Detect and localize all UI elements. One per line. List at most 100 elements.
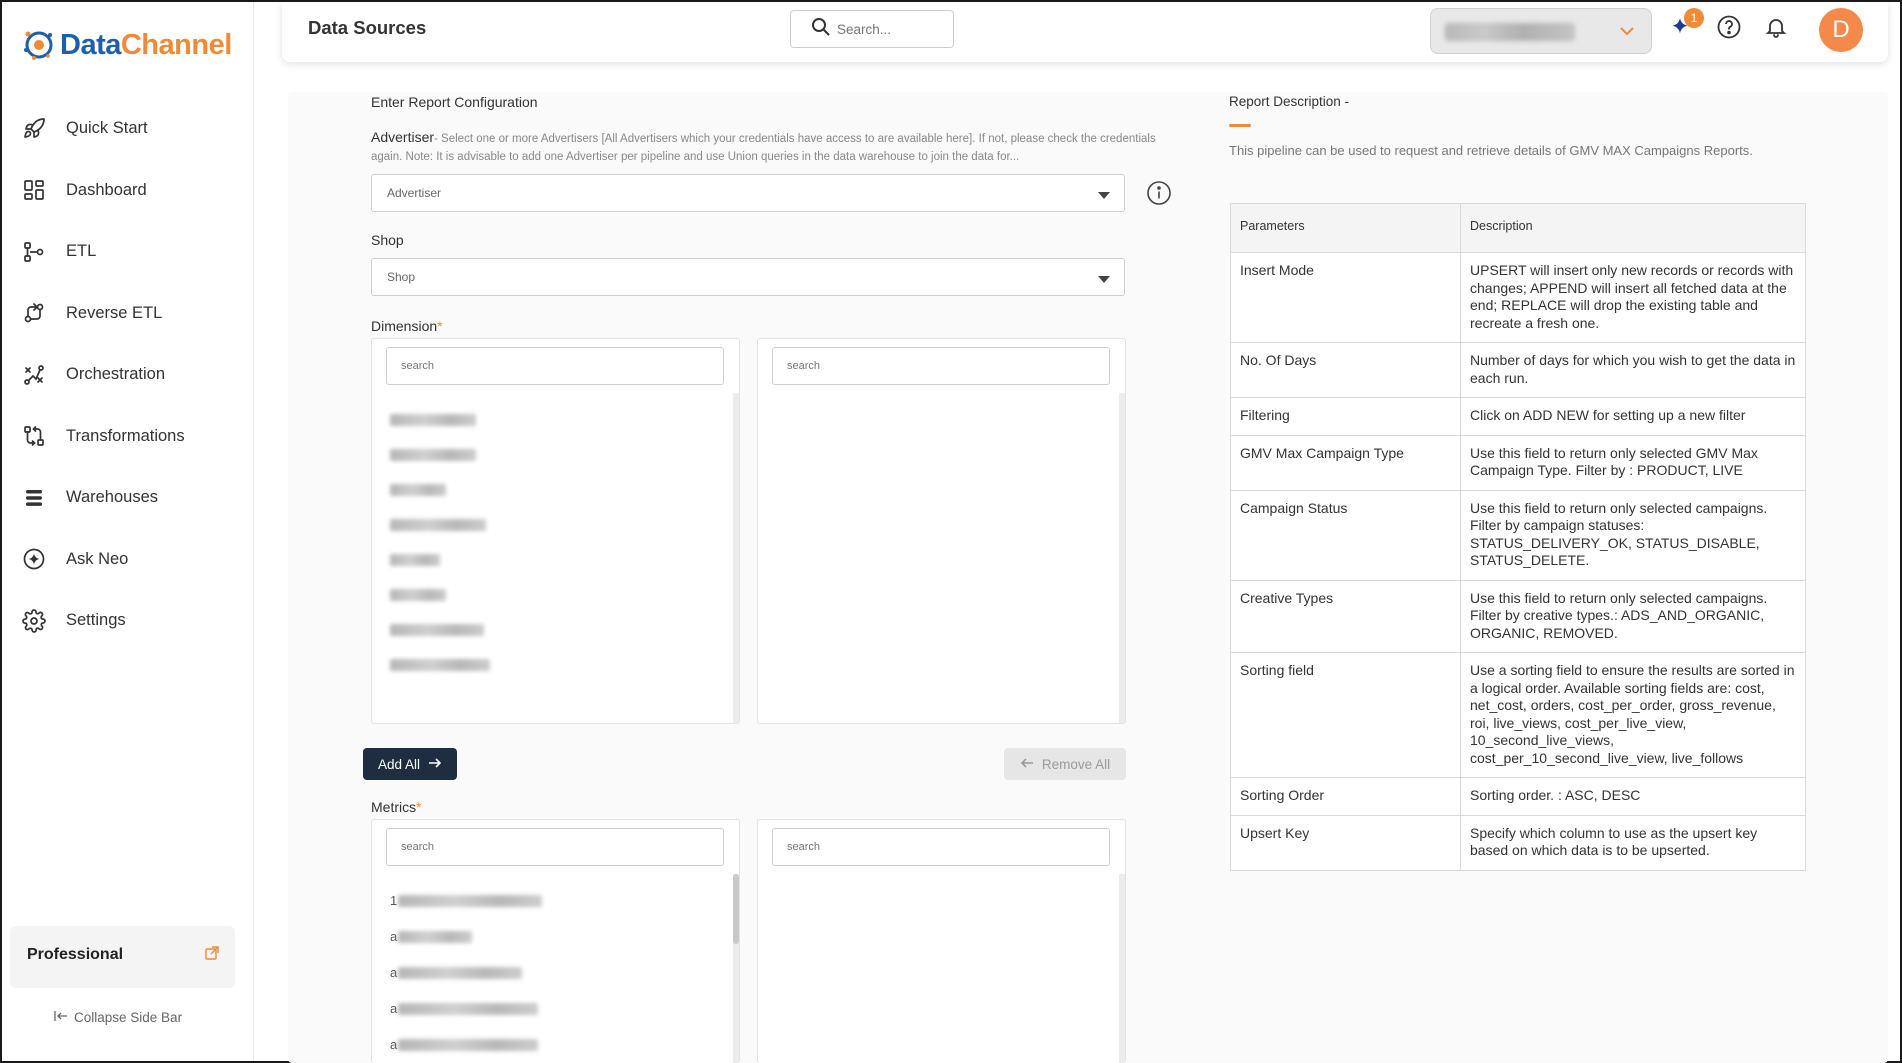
list-item[interactable] — [390, 659, 490, 671]
list-item[interactable] — [390, 449, 476, 461]
table-header-row: Parameters Description — [1230, 203, 1806, 253]
sidebar-item-transformations[interactable]: Transformations — [2, 406, 254, 468]
shop-select[interactable]: Shop — [371, 258, 1125, 296]
brand-logo[interactable]: DataChannel — [20, 26, 232, 64]
sidebar-item-label: Orchestration — [66, 365, 166, 384]
list-item[interactable] — [390, 554, 440, 566]
notifications-button[interactable] — [1761, 14, 1791, 44]
add-all-button[interactable]: Add All — [363, 748, 457, 780]
list-item[interactable] — [390, 519, 486, 531]
list-item-prefix: 1 — [390, 893, 398, 908]
param-description: Use this field to return only selected G… — [1460, 434, 1806, 491]
sidebar-item-label: Transformations — [66, 426, 185, 445]
list-item[interactable] — [390, 414, 476, 426]
warehouses-icon — [20, 484, 48, 512]
list-item[interactable]: a — [390, 1037, 539, 1052]
column-header-description: Description — [1460, 203, 1806, 253]
search-input[interactable] — [837, 21, 937, 37]
sidebar-item-orchestration[interactable]: Orchestration — [2, 344, 254, 406]
metrics-available-list[interactable]: 1 a a a a — [371, 819, 740, 1063]
param-name: Insert Mode — [1230, 252, 1461, 343]
sidebar-item-quick-start[interactable]: Quick Start — [2, 98, 254, 160]
list-item-prefix: a — [390, 965, 398, 980]
dimension-available-list[interactable] — [371, 338, 740, 724]
external-link-icon[interactable] — [205, 946, 219, 965]
metrics-selected-list[interactable] — [757, 819, 1126, 1063]
collapse-icon — [54, 1010, 68, 1025]
title-underline — [1229, 124, 1251, 127]
plan-card[interactable]: Professional — [10, 926, 235, 988]
sidebar-item-settings[interactable]: Settings — [2, 590, 254, 652]
metrics-available-search-input[interactable] — [387, 829, 723, 865]
advertiser-select-value: Advertiser — [387, 186, 442, 200]
list-item-redacted — [398, 1038, 539, 1051]
advertiser-select[interactable]: Advertiser — [371, 174, 1125, 212]
add-all-label: Add All — [377, 756, 421, 772]
list-item[interactable]: a — [390, 1001, 539, 1016]
shop-select-value: Shop — [387, 270, 416, 284]
sidebar-item-warehouses[interactable]: Warehouses — [2, 467, 254, 529]
metrics-selected-search-input[interactable] — [773, 829, 1109, 865]
list-item-redacted — [398, 930, 473, 943]
table-row: Sorting field Use a sorting field to ensu… — [1230, 652, 1806, 778]
brand-name-part2: Channel — [120, 28, 232, 61]
sidebar-item-dashboard[interactable]: Dashboard — [2, 160, 254, 222]
table-row: Sorting Order Sorting order. : ASC, DESC — [1230, 777, 1806, 816]
global-search[interactable] — [790, 10, 954, 48]
param-name: Creative Types — [1230, 579, 1461, 653]
list-item[interactable] — [390, 484, 446, 496]
sidebar-item-etl[interactable]: ETL — [2, 221, 254, 283]
help-button[interactable] — [1714, 14, 1744, 44]
param-description: Use this field to return only selected c… — [1460, 579, 1806, 653]
sidebar-item-label: Reverse ETL — [66, 303, 163, 322]
dimension-available-search[interactable] — [386, 347, 724, 385]
table-row: No. Of Days Number of days for which you … — [1230, 342, 1806, 398]
list-item-redacted — [398, 966, 523, 979]
param-description: Use this field to return only selected c… — [1460, 489, 1806, 581]
scrollbar[interactable] — [1119, 393, 1125, 723]
required-mark: * — [416, 799, 422, 815]
user-avatar[interactable]: D — [1819, 8, 1863, 52]
shop-label: Shop — [371, 232, 404, 248]
list-item[interactable]: a — [390, 965, 523, 980]
param-description: Specify which column to use as the upser… — [1460, 814, 1806, 871]
dimension-available-search-input[interactable] — [387, 348, 723, 384]
logo-mark-icon — [20, 26, 58, 64]
dimension-label: Dimension* — [371, 318, 443, 334]
scrollbar[interactable] — [733, 393, 739, 723]
advertiser-label: Advertiser — [371, 129, 435, 145]
metrics-available-search[interactable] — [386, 828, 724, 866]
metrics-label-text: Metrics — [371, 799, 417, 815]
collapse-sidebar-button[interactable]: Collapse Side Bar — [54, 1010, 182, 1025]
param-name: Sorting field — [1230, 652, 1461, 778]
parameters-table: Parameters Description Insert Mode UPSERT… — [1230, 203, 1806, 871]
plan-name: Professional — [27, 946, 124, 963]
list-item[interactable]: a — [390, 929, 473, 944]
dimension-selected-search[interactable] — [772, 347, 1110, 385]
page-title: Data Sources — [308, 17, 427, 38]
metrics-selected-search[interactable] — [772, 828, 1110, 866]
remove-all-button[interactable]: Remove All — [1004, 748, 1126, 780]
list-item[interactable]: 1 — [390, 893, 543, 908]
list-item[interactable] — [390, 624, 484, 636]
sidebar-item-reverse-etl[interactable]: Reverse ETL — [2, 283, 254, 345]
sidebar-item-ask-neo[interactable]: Ask Neo — [2, 529, 254, 591]
param-description: Sorting order. : ASC, DESC — [1460, 777, 1806, 816]
help-icon — [1716, 14, 1742, 45]
scrollbar-thumb[interactable] — [733, 874, 739, 944]
rocket-icon — [20, 115, 48, 143]
list-item[interactable] — [390, 589, 446, 601]
workspace-select[interactable] — [1430, 8, 1652, 54]
scrollbar[interactable] — [1119, 874, 1125, 1063]
dimension-selected-list[interactable] — [757, 338, 1126, 724]
reverse-etl-icon — [20, 299, 48, 327]
info-icon[interactable] — [1146, 180, 1172, 211]
transformations-icon — [20, 422, 48, 450]
bell-icon — [1764, 15, 1788, 44]
dimension-selected-search-input[interactable] — [773, 348, 1109, 384]
param-name: Upsert Key — [1230, 814, 1461, 871]
sidebar: DataChannel Quick Start Dashboard ETL Re… — [2, 2, 254, 1061]
table-row: Upsert Key Specify which column to use as… — [1230, 814, 1806, 871]
list-item-prefix: a — [390, 1001, 398, 1016]
report-description-title: Report Description - — [1229, 94, 1350, 109]
